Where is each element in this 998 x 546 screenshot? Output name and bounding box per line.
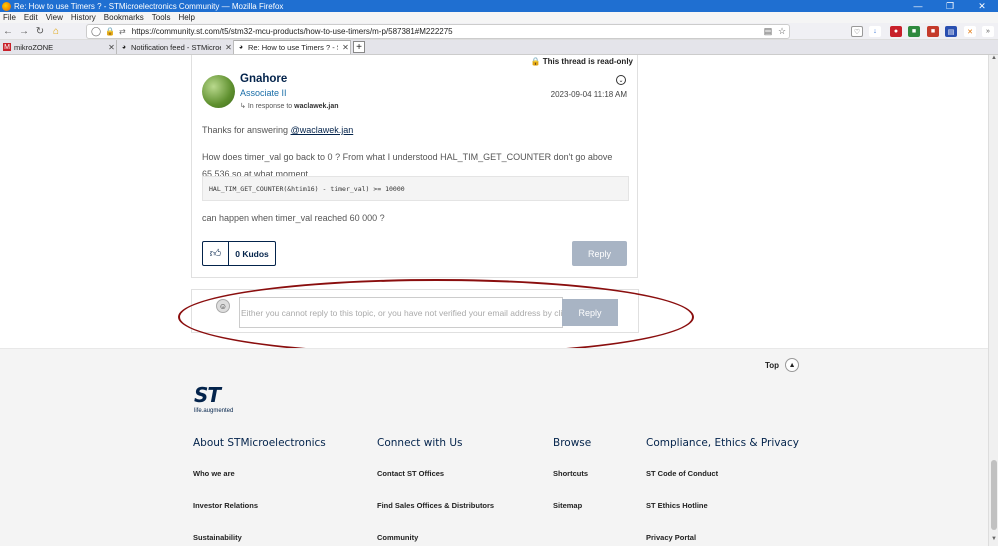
site-footer: Top ▲ ST life.augmented About STMicroele… <box>0 348 988 546</box>
kudos-count: 0 Kudos <box>235 248 269 259</box>
navigation-toolbar: ← → ↻ ⌂ ◯ 🔒 ⇄ https://community.st.com/t… <box>0 23 998 40</box>
menu-tools[interactable]: Tools <box>152 13 171 22</box>
post-date: 2023-09-04 11:18 AM <box>550 90 627 99</box>
kudos-button[interactable]: 👍︎ 0 Kudos <box>202 241 276 266</box>
adblock-icon[interactable]: ● <box>890 26 902 37</box>
menu-edit[interactable]: Edit <box>24 13 38 22</box>
forward-icon[interactable]: → <box>16 24 32 39</box>
footer-heading: About STMicroelectronics <box>193 437 326 449</box>
footer-column-compliance: Compliance, Ethics & Privacy ST Code of … <box>646 437 799 546</box>
annotation-ellipse <box>178 279 694 355</box>
footer-link-code-of-conduct[interactable]: ST Code of Conduct <box>646 469 799 501</box>
reply-button[interactable]: Reply <box>572 241 627 266</box>
home-icon[interactable]: ⌂ <box>48 24 64 39</box>
footer-link-privacy-portal[interactable]: Privacy Portal <box>646 533 799 546</box>
close-tab-icon[interactable]: ✕ <box>224 43 233 52</box>
menu-help[interactable]: Help <box>178 13 194 22</box>
post-options-icon[interactable]: ⌄ <box>616 75 626 85</box>
footer-heading: Compliance, Ethics & Privacy <box>646 437 799 449</box>
close-window-button[interactable]: ✕ <box>966 1 998 12</box>
user-avatar[interactable] <box>202 75 235 108</box>
tab-bar: M mikroZONE ✕ ◕ Notification feed - STMi… <box>0 40 998 55</box>
footer-link-who-we-are[interactable]: Who we are <box>193 469 326 501</box>
tab-notification-feed[interactable]: ◕ Notification feed - STMicroelectr... ✕ <box>117 40 234 54</box>
code-block: HAL_TIM_GET_COUNTER(&htim16) - timer_val… <box>202 176 629 201</box>
firefox-logo-icon <box>2 1 11 11</box>
menu-bookmarks[interactable]: Bookmarks <box>104 13 144 22</box>
maximize-button[interactable]: ❐ <box>934 1 966 12</box>
extension-green-icon[interactable]: ■ <box>908 26 920 37</box>
permissions-icon[interactable]: ⇄ <box>119 27 126 36</box>
save-page-icon[interactable]: ▤ <box>945 26 957 37</box>
window-title: Re: How to use Timers ? - STMicroelectro… <box>14 1 284 11</box>
footer-link-shortcuts[interactable]: Shortcuts <box>553 469 591 501</box>
reader-view-icon[interactable]: ▤ <box>761 26 775 37</box>
reload-icon[interactable]: ↻ <box>32 24 48 39</box>
tab-label: Notification feed - STMicroelectr... <box>131 42 221 52</box>
post-author[interactable]: Gnahore <box>240 73 287 85</box>
scroll-up-icon[interactable]: ▲ <box>989 55 998 65</box>
tab-label: Re: How to use Timers ? - STMicro <box>248 43 338 52</box>
footer-link-investor-relations[interactable]: Investor Relations <box>193 501 326 533</box>
page-content: 🔒 This thread is read-only Gnahore Assoc… <box>0 55 988 546</box>
footer-link-community[interactable]: Community <box>377 533 494 546</box>
footer-link-sustainability[interactable]: Sustainability <box>193 533 326 546</box>
mention-link[interactable]: @waclawek.jan <box>291 125 354 135</box>
menu-history[interactable]: History <box>71 13 96 22</box>
author-rank: Associate II <box>240 88 287 98</box>
footer-column-about: About STMicroelectronics Who we are Inve… <box>193 437 326 546</box>
page-scrollbar[interactable]: ▲ ▼ <box>988 55 998 546</box>
footer-link-sitemap[interactable]: Sitemap <box>553 501 591 533</box>
window-title-bar: Re: How to use Timers ? - STMicroelectro… <box>0 0 998 12</box>
footer-link-sales-offices[interactable]: Find Sales Offices & Distributors <box>377 501 494 533</box>
url-text[interactable]: https://community.st.com/t5/stm32-mcu-pr… <box>132 27 761 36</box>
footer-column-browse: Browse Shortcuts Sitemap <box>553 437 591 533</box>
tab-mikrozone[interactable]: M mikroZONE ✕ <box>0 40 117 54</box>
downloads-icon[interactable]: ↓ <box>869 26 881 37</box>
shield-icon[interactable]: ◯ <box>91 26 101 37</box>
minimize-button[interactable]: — <box>902 1 934 11</box>
footer-link-ethics-hotline[interactable]: ST Ethics Hotline <box>646 501 799 533</box>
in-response-to: ↳ In response to waclawek.jan <box>240 103 339 110</box>
address-bar[interactable]: ◯ 🔒 ⇄ https://community.st.com/t5/stm32-… <box>86 24 790 39</box>
globe-icon: ◕ <box>238 44 244 51</box>
pocket-icon[interactable]: ♡ <box>851 26 863 37</box>
menu-view[interactable]: View <box>46 13 63 22</box>
back-to-top-link[interactable]: Top ▲ <box>765 358 800 372</box>
menu-bar: File Edit View History Bookmarks Tools H… <box>0 12 998 23</box>
scrollbar-thumb[interactable] <box>991 460 997 530</box>
tab-label: mikroZONE <box>14 42 54 52</box>
globe-icon: ◕ <box>121 43 127 51</box>
bookmark-star-icon[interactable]: ☆ <box>775 26 789 37</box>
extension-red-icon[interactable]: ■ <box>927 26 939 37</box>
menu-file[interactable]: File <box>3 13 16 22</box>
footer-heading: Browse <box>553 437 592 449</box>
thumbs-up-icon[interactable]: 👍︎ <box>203 242 229 265</box>
back-icon[interactable]: ← <box>0 24 16 39</box>
st-logo[interactable]: ST life.augmented <box>194 385 242 419</box>
close-tab-icon[interactable]: ✕ <box>107 43 116 52</box>
scroll-down-icon[interactable]: ▼ <box>989 536 998 546</box>
forum-post: 🔒 This thread is read-only Gnahore Assoc… <box>191 55 638 278</box>
footer-link-contact-offices[interactable]: Contact ST Offices <box>377 469 494 501</box>
lock-icon[interactable]: 🔒 <box>105 27 115 36</box>
post-body-line-1: Thanks for answering @waclawek.jan <box>202 125 354 135</box>
tools-extension-icon[interactable]: ✕ <box>964 26 976 37</box>
in-response-user-link[interactable]: waclawek.jan <box>294 103 338 110</box>
read-only-notice: 🔒 This thread is read-only <box>530 57 633 66</box>
mikrozone-favicon-icon: M <box>3 43 11 51</box>
menu-icon[interactable]: » <box>982 26 994 37</box>
close-tab-icon[interactable]: ✕ <box>341 43 350 52</box>
footer-heading: Connect with Us <box>377 437 463 449</box>
arrow-up-icon[interactable]: ▲ <box>785 358 800 372</box>
footer-column-connect: Connect with Us Contact ST Offices Find … <box>377 437 494 546</box>
post-body-line-3: can happen when timer_val reached 60 000… <box>202 213 385 223</box>
new-tab-button[interactable]: + <box>353 41 365 53</box>
tab-how-to-use-timers[interactable]: ◕ Re: How to use Timers ? - STMicro ✕ <box>234 40 351 54</box>
